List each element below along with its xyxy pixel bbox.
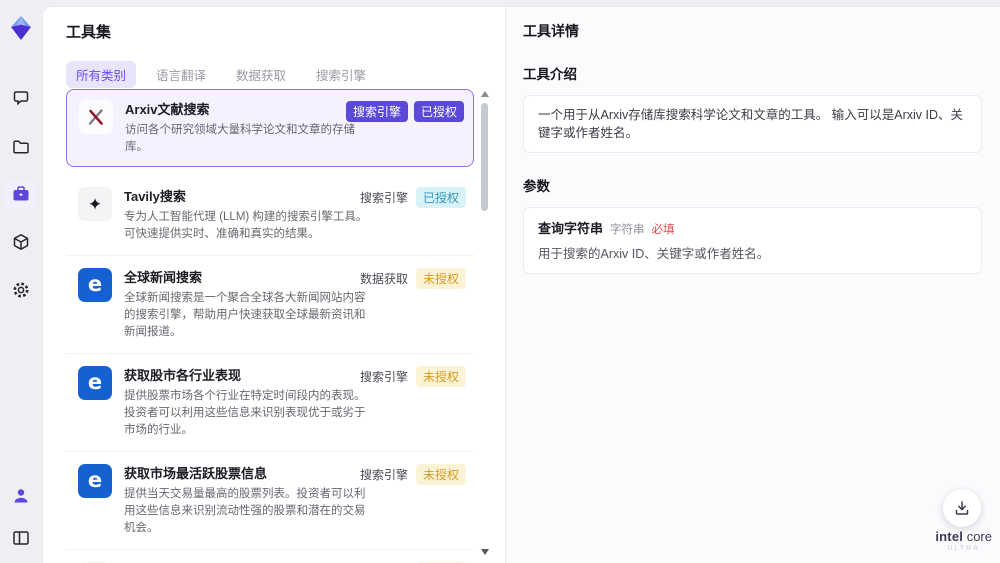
tool-card-sector-performance[interactable]: e 获取股市各行业表现 提供股票市场各个行业在特定时间段内的表现。投资者可以利用…	[66, 354, 474, 452]
tab-search-engine[interactable]: 搜索引擎	[306, 61, 376, 88]
param-box: 查询字符串 字符串 必填 用于搜索的Arxiv ID、关键字或作者姓名。	[523, 207, 982, 274]
briefcase-tools-icon	[11, 184, 31, 204]
tool-status-badge: 未授权	[415, 464, 466, 485]
tool-category-label: 搜索引擎	[359, 191, 408, 205]
category-tabs: 所有类别 语言翻译 数据获取 搜索引擎	[66, 61, 505, 88]
tool-category-label: 搜索引擎	[359, 468, 408, 482]
tool-status-badge: 已授权	[415, 187, 466, 208]
tool-status-badge: 已授权	[413, 101, 464, 122]
sidebar-item-files[interactable]	[5, 131, 37, 161]
tool-description: 访问各个研究领域大量科学论文和文章的存储库。	[125, 124, 355, 153]
tool-title: 获取市场最活跃股票信息	[124, 466, 268, 481]
tab-language-translation[interactable]: 语言翻译	[146, 61, 216, 88]
detail-title: 工具详情	[523, 23, 579, 39]
sidebar-item-tools[interactable]	[5, 179, 37, 209]
blue-e-logo-icon: e	[78, 366, 112, 400]
tool-card-global-news[interactable]: e 全球新闻搜索 全球新闻搜索是一个聚合全球各大新闻网站内容的搜索引擎，帮助用户…	[66, 256, 474, 354]
panel-toggle-icon	[11, 528, 31, 548]
download-icon	[953, 499, 971, 517]
tool-status-badge: 未授权	[415, 366, 466, 387]
intro-box: 一个用于从Arxiv存储库搜索科学论文和文章的工具。 输入可以是Arxiv ID…	[523, 95, 982, 153]
scrollbar-thumb[interactable]	[481, 103, 488, 211]
brand-ultra: ULTRA	[947, 545, 980, 552]
tool-card-arxiv[interactable]: Arxiv文献搜索 访问各个研究领域大量科学论文和文章的存储库。 搜索引擎 已授…	[66, 89, 474, 167]
tool-detail-panel: 工具详情 工具介绍 一个用于从Arxiv存储库搜索科学论文和文章的工具。 输入可…	[505, 7, 1000, 563]
tool-list: Arxiv文献搜索 访问各个研究领域大量科学论文和文章的存储库。 搜索引擎 已授…	[66, 89, 474, 563]
sidebar-item-packages[interactable]	[5, 227, 37, 257]
sidebar-item-settings[interactable]	[5, 275, 37, 305]
scroll-down-arrow[interactable]	[481, 549, 489, 555]
blue-e-logo-icon: e	[78, 268, 112, 302]
tool-description: 提供股票市场各个行业在特定时间段内的表现。投资者可以利用这些信息来识别表现优于或…	[124, 390, 366, 436]
param-description: 用于搜索的Arxiv ID、关键字或作者姓名。	[538, 247, 770, 261]
tool-card-regional-news[interactable]: 万维地区新闻查询 查询具体行政区划内的新闻，快速了解各地新闻动态。 搜索引擎 未…	[66, 550, 474, 563]
brand-intel: intel	[935, 529, 964, 544]
tab-data-acquisition[interactable]: 数据获取	[226, 61, 296, 88]
tool-card-tavily[interactable]: ✦ Tavily搜索 专为人工智能代理 (LLM) 构建的搜索引擎工具。可快速提…	[66, 175, 474, 256]
tool-title: 全球新闻搜索	[124, 270, 203, 285]
blue-e-logo-icon: e	[78, 464, 112, 498]
app-logo-gem-icon	[6, 13, 36, 43]
brand-core: core	[963, 529, 992, 544]
scroll-up-arrow[interactable]	[481, 91, 489, 97]
tools-list-panel: 工具集 所有类别 语言翻译 数据获取 搜索引擎 Arxiv文献搜索 访问各个研究…	[43, 7, 505, 563]
intro-heading: 工具介绍	[523, 67, 577, 82]
params-heading: 参数	[523, 179, 550, 194]
param-name: 查询字符串	[538, 221, 604, 236]
page-title: 工具集	[66, 24, 112, 41]
tool-card-active-stocks[interactable]: e 获取市场最活跃股票信息 提供当天交易量最高的股票列表。投资者可以利用这些信息…	[66, 452, 474, 550]
cube-icon	[11, 232, 31, 252]
tool-title: Tavily搜索	[124, 189, 186, 204]
tool-category-label: 搜索引擎	[359, 370, 408, 384]
tool-description: 全球新闻搜索是一个聚合全球各大新闻网站内容的搜索引擎，帮助用户快速获取全球最新资…	[124, 292, 366, 338]
sidebar-item-account[interactable]	[5, 481, 37, 511]
list-scrollbar[interactable]	[480, 91, 489, 555]
tool-category-badge: 搜索引擎	[345, 101, 408, 122]
tool-description: 专为人工智能代理 (LLM) 构建的搜索引擎工具。可快速提供实时、准确和真实的结…	[124, 211, 368, 240]
sidebar-item-panel-toggle[interactable]	[5, 523, 37, 553]
tool-title: Arxiv文献搜索	[125, 102, 210, 117]
tool-status-badge: 未授权	[415, 268, 466, 289]
tab-all-categories[interactable]: 所有类别	[66, 61, 137, 88]
gear-icon	[11, 280, 31, 300]
chat-icon	[11, 88, 31, 108]
tavily-star-icon: ✦	[78, 187, 112, 221]
intel-core-logo: intel core ULTRA	[935, 529, 992, 555]
main-content: 工具集 所有类别 语言翻译 数据获取 搜索引擎 Arxiv文献搜索 访问各个研究…	[42, 6, 1000, 563]
sidebar-item-chat[interactable]	[5, 83, 37, 113]
intro-text: 一个用于从Arxiv存储库搜索科学论文和文章的工具。 输入可以是Arxiv ID…	[538, 108, 964, 140]
user-icon	[11, 486, 31, 506]
tool-category-label: 数据获取	[359, 272, 408, 286]
param-type: 字符串	[610, 224, 645, 236]
left-rail	[0, 0, 42, 563]
tool-title: 获取股市各行业表现	[124, 368, 242, 383]
arxiv-logo-icon	[79, 100, 113, 134]
download-button[interactable]	[943, 489, 981, 527]
param-required-flag: 必填	[651, 224, 675, 236]
folder-icon	[11, 136, 31, 156]
tool-description: 提供当天交易量最高的股票列表。投资者可以利用这些信息来识别流动性强的股票和潜在的…	[124, 488, 366, 534]
